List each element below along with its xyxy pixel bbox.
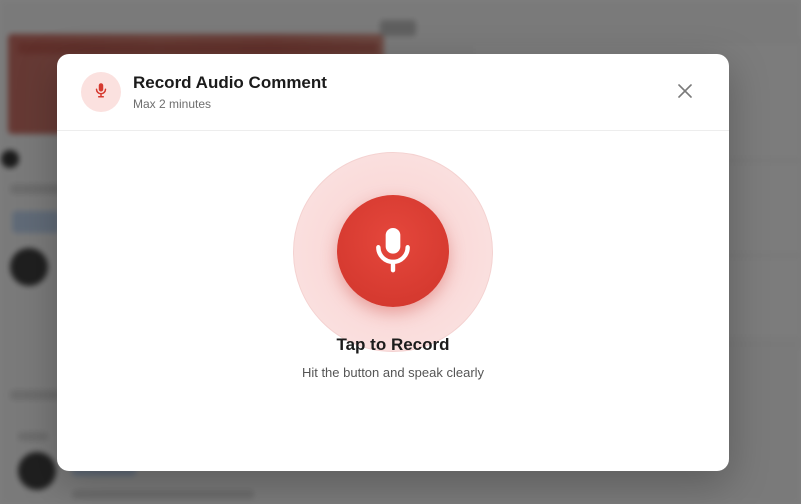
modal-body: Tap to Record Hit the button and speak c…: [57, 131, 729, 471]
header-icon-badge: [81, 72, 121, 112]
header-text: Record Audio Comment Max 2 minutes: [133, 72, 327, 112]
modal-title: Record Audio Comment: [133, 73, 327, 92]
record-button[interactable]: [337, 195, 449, 307]
record-hint: Hit the button and speak clearly: [301, 365, 485, 380]
record-audio-modal: Record Audio Comment Max 2 minutes Tap t…: [57, 54, 729, 471]
close-button[interactable]: [675, 82, 695, 102]
close-icon: [678, 83, 692, 101]
modal-subtitle: Max 2 minutes: [133, 97, 212, 111]
microphone-icon: [92, 81, 110, 104]
modal-header: Record Audio Comment Max 2 minutes: [57, 54, 729, 131]
record-label: Tap to Record: [336, 335, 450, 354]
microphone-icon: [371, 224, 415, 279]
